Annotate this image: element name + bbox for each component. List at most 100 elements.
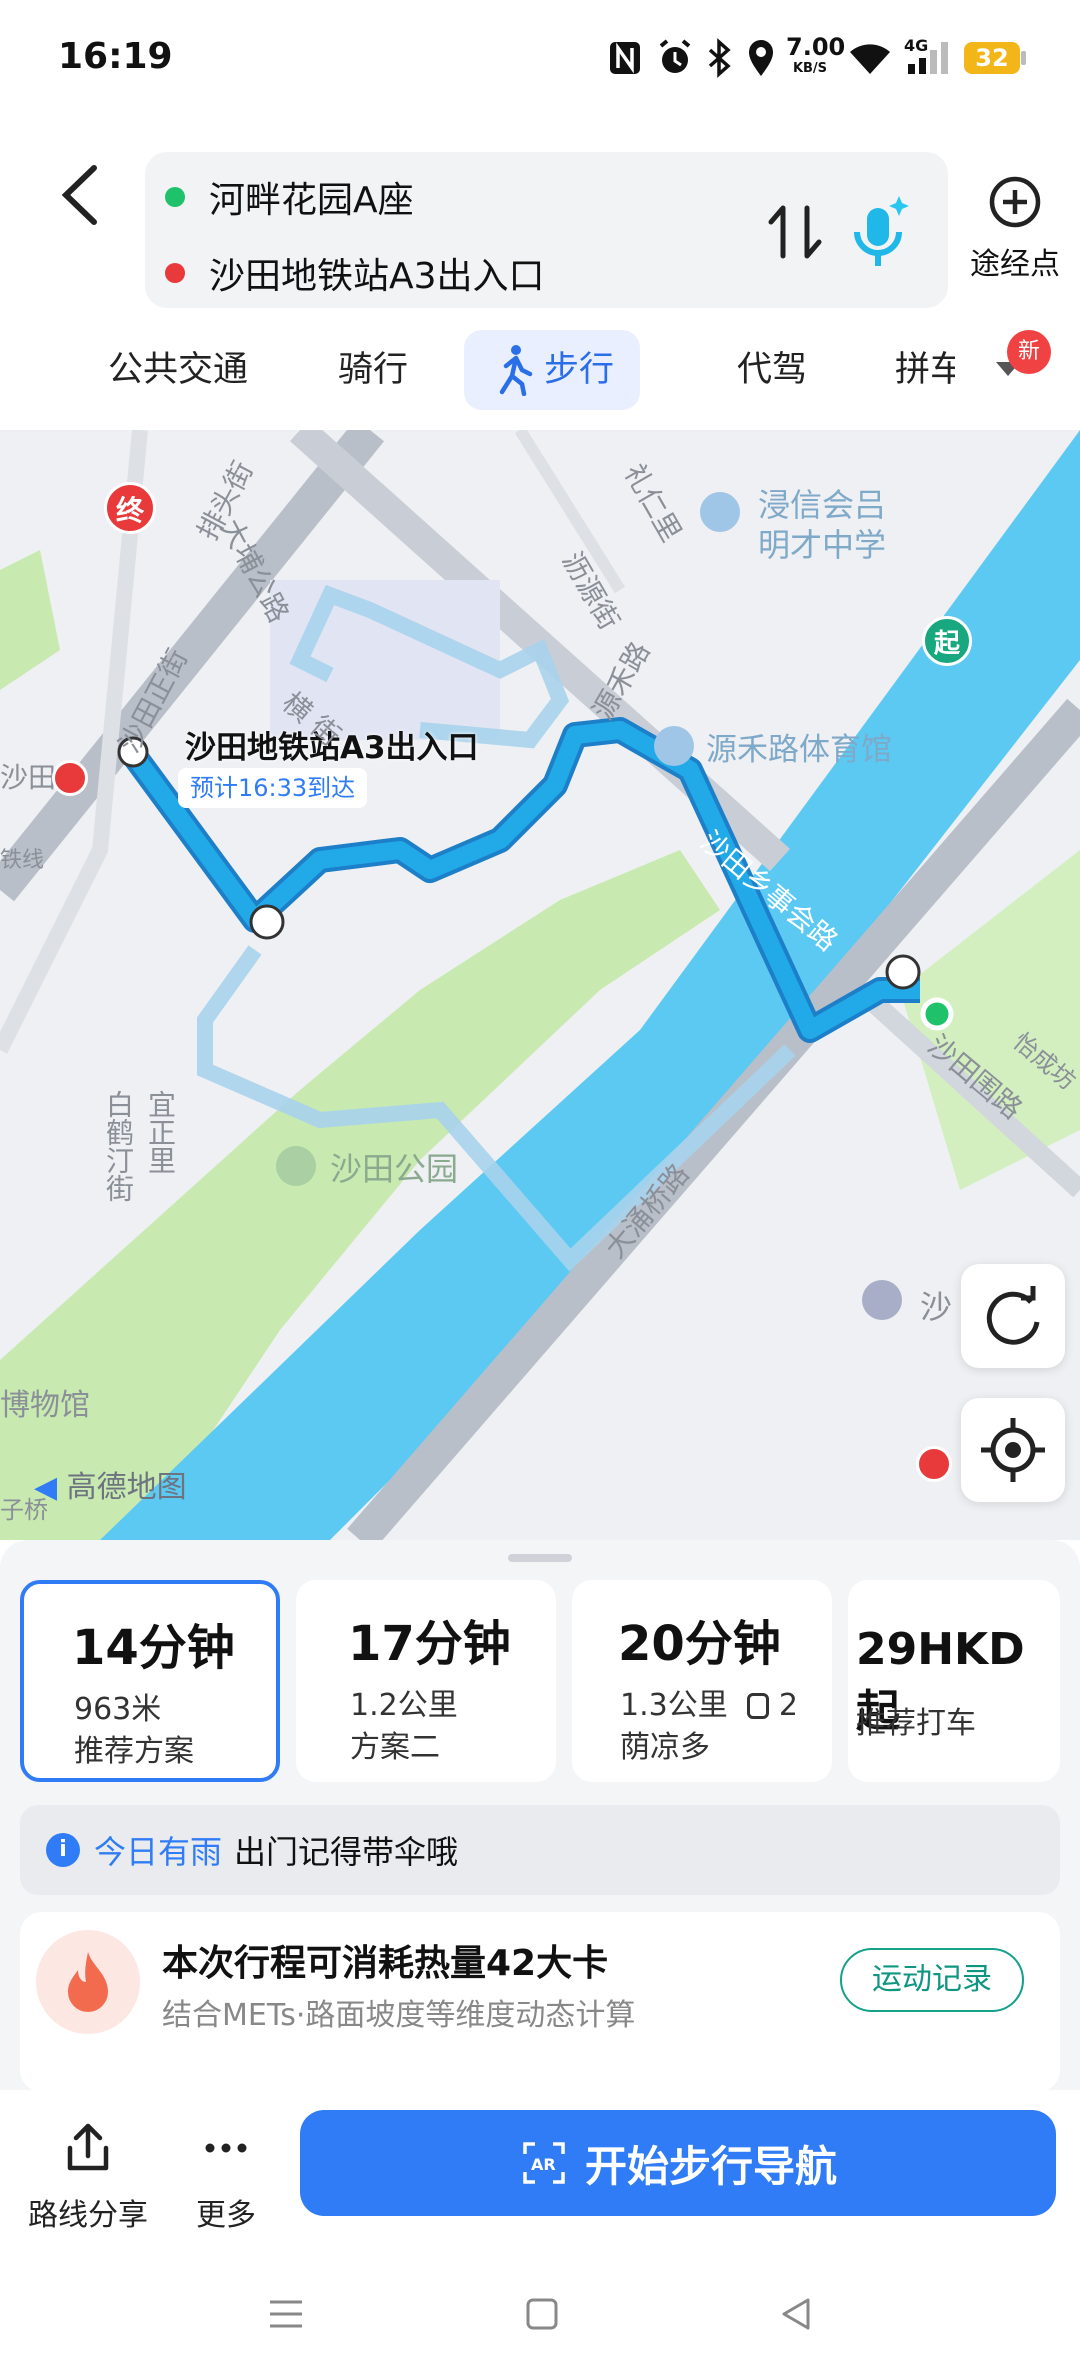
tab-walking-label: 步行 bbox=[544, 350, 615, 390]
school-icon bbox=[700, 492, 740, 532]
street-label: 沙 bbox=[920, 1288, 953, 1326]
plan-duration: 20分钟 bbox=[618, 1616, 781, 1672]
plan-tag: 推荐方案 bbox=[74, 1734, 194, 1769]
amap-watermark-text: 高德地图 bbox=[66, 1470, 187, 1505]
metro-icon bbox=[916, 1446, 952, 1482]
route-plan-card[interactable]: 20分钟 1.3公里 2 荫凉多 bbox=[572, 1580, 832, 1782]
poi-label: 明才中学 bbox=[758, 526, 887, 564]
action-bar: 路线分享 更多 AR 开始步行导航 bbox=[0, 2090, 1080, 2376]
plan-distance: 1.3公里 2 bbox=[620, 1680, 798, 1724]
more-button[interactable]: 更多 bbox=[186, 2120, 266, 2234]
back-icon[interactable] bbox=[56, 160, 106, 230]
poi-label: 源禾路体育馆 bbox=[706, 732, 892, 768]
map-canvas bbox=[0, 430, 1080, 1540]
start-walk-navigation-button[interactable]: AR 开始步行导航 bbox=[300, 2110, 1056, 2216]
origin-field[interactable]: 河畔花园A座 bbox=[165, 164, 414, 230]
street-label: 沙田 bbox=[0, 761, 57, 794]
end-marker-label: 终 bbox=[115, 494, 144, 527]
destination-field[interactable]: 沙田地铁站A3出入口 bbox=[165, 240, 545, 306]
home-icon[interactable] bbox=[522, 2294, 562, 2334]
taxi-tag: 推荐打车 bbox=[856, 1706, 976, 1741]
plan-duration: 17分钟 bbox=[348, 1616, 511, 1672]
system-navigation-bar bbox=[0, 2266, 1080, 2376]
destination-text: 沙田地铁站A3出入口 bbox=[209, 256, 545, 297]
origin-dot-icon bbox=[165, 187, 185, 207]
plan-distance: 1.2公里 bbox=[350, 1688, 458, 1723]
weather-text: 出门记得带伞哦 bbox=[234, 1833, 459, 1871]
crossing-node bbox=[249, 904, 285, 940]
street-label: 白鹤汀街 bbox=[102, 1090, 135, 1202]
plan-distance-value: 1.3公里 bbox=[620, 1688, 728, 1723]
net-speed-unit: KB/S bbox=[792, 61, 828, 76]
status-bar: 16:19 7.00 KB/S 4G 32 bbox=[0, 0, 1080, 110]
weather-highlight: 今日有雨 bbox=[94, 1833, 223, 1871]
end-marker[interactable]: 终 bbox=[104, 482, 156, 534]
tab-public-transit[interactable]: 公共交通 bbox=[108, 330, 248, 410]
calorie-card: 本次行程可消耗热量42大卡 结合METs·路面坡度等维度动态计算 运动记录 bbox=[20, 1912, 1060, 2092]
battery-icon: 32 bbox=[964, 42, 1020, 74]
ar-icon: AR bbox=[523, 2142, 565, 2184]
start-walk-node bbox=[885, 954, 921, 990]
net-speed-value: 7.00 bbox=[786, 33, 846, 61]
sheet-handle[interactable] bbox=[508, 1554, 572, 1562]
eta-badge: 预计16:33到达 bbox=[178, 768, 368, 808]
waypoint-label: 途经点 bbox=[970, 247, 1060, 282]
calorie-subtitle: 结合METs·路面坡度等维度动态计算 bbox=[162, 1998, 636, 2033]
tab-driver-service[interactable]: 代驾 bbox=[737, 330, 807, 410]
menu-icon[interactable] bbox=[266, 2294, 306, 2334]
stadium-icon bbox=[654, 726, 694, 766]
bluetooth-icon bbox=[708, 38, 731, 78]
locate-button[interactable] bbox=[961, 1398, 1065, 1502]
start-location-dot bbox=[920, 997, 954, 1031]
plan-tag: 荫凉多 bbox=[620, 1730, 710, 1765]
park-icon bbox=[276, 1146, 316, 1186]
map-watermark: ◀ 高德地图 bbox=[34, 1462, 187, 1506]
tab-walking[interactable]: 步行 bbox=[464, 330, 641, 410]
more-label: 更多 bbox=[196, 2198, 256, 2233]
route-plan-card[interactable]: 14分钟 963米 推荐方案 bbox=[20, 1580, 280, 1782]
start-marker[interactable]: 起 bbox=[922, 616, 972, 666]
street-label: 铁线 bbox=[0, 848, 45, 873]
wifi-icon bbox=[850, 44, 890, 74]
net-speed: 7.00 KB/S bbox=[786, 33, 846, 80]
travel-mode-tabs: 公共交通 骑行 步行 代驾 拼车 bbox=[0, 330, 1080, 410]
amap-logo-icon: ◀ bbox=[34, 1470, 58, 1505]
battery-level: 32 bbox=[975, 44, 1009, 72]
plan-tag: 方案二 bbox=[350, 1730, 440, 1765]
plan-duration: 14分钟 bbox=[72, 1620, 235, 1676]
plan-distance: 963米 bbox=[74, 1692, 162, 1727]
nfc-icon bbox=[610, 42, 640, 74]
microphone-icon[interactable] bbox=[845, 192, 915, 272]
swap-icon[interactable] bbox=[765, 200, 825, 264]
share-route-button[interactable]: 路线分享 bbox=[28, 2120, 148, 2234]
metro-icon bbox=[52, 760, 88, 796]
street-label: 宜正里 bbox=[144, 1090, 177, 1174]
traffic-light-count: 2 bbox=[778, 1688, 798, 1723]
tab-carpool[interactable]: 拼车 bbox=[895, 330, 955, 410]
poi-label: 沙田公园 bbox=[330, 1150, 459, 1188]
more-icon bbox=[205, 2143, 247, 2153]
battery-tip bbox=[1021, 51, 1026, 65]
refresh-button[interactable] bbox=[961, 1264, 1065, 1368]
refresh-icon bbox=[986, 1286, 1040, 1345]
exercise-record-button[interactable]: 运动记录 bbox=[840, 1948, 1024, 2012]
locate-icon bbox=[981, 1418, 1045, 1482]
start-walk-navigation-label: 开始步行导航 bbox=[584, 2141, 837, 2191]
traffic-light-icon bbox=[747, 1693, 770, 1719]
poi-label: 博物馆 bbox=[0, 1388, 90, 1423]
info-icon: i bbox=[46, 1833, 80, 1867]
destination-dot-icon bbox=[165, 263, 185, 283]
alarm-icon bbox=[659, 39, 691, 73]
taxi-plan-card[interactable]: 29HKD起 推荐打车 bbox=[848, 1580, 1060, 1782]
eta-text: 预计16:33到达 bbox=[190, 774, 356, 802]
start-marker-label: 起 bbox=[933, 629, 960, 659]
walking-icon bbox=[499, 345, 533, 396]
weather-tip: i 今日有雨 出门记得带伞哦 bbox=[20, 1805, 1060, 1895]
map-view[interactable]: 终 起 沙田地铁站A3出入口 预计16:33到达 浸信会吕 明才中学 源禾路体育… bbox=[0, 430, 1080, 1540]
svg-text:AR: AR bbox=[531, 2155, 556, 2174]
add-waypoint-button[interactable]: 途经点 bbox=[960, 175, 1070, 285]
back-nav-icon[interactable] bbox=[776, 2294, 816, 2334]
route-plan-card[interactable]: 17分钟 1.2公里 方案二 bbox=[296, 1580, 556, 1782]
tab-cycling[interactable]: 骑行 bbox=[338, 330, 408, 410]
location-icon bbox=[749, 40, 773, 76]
